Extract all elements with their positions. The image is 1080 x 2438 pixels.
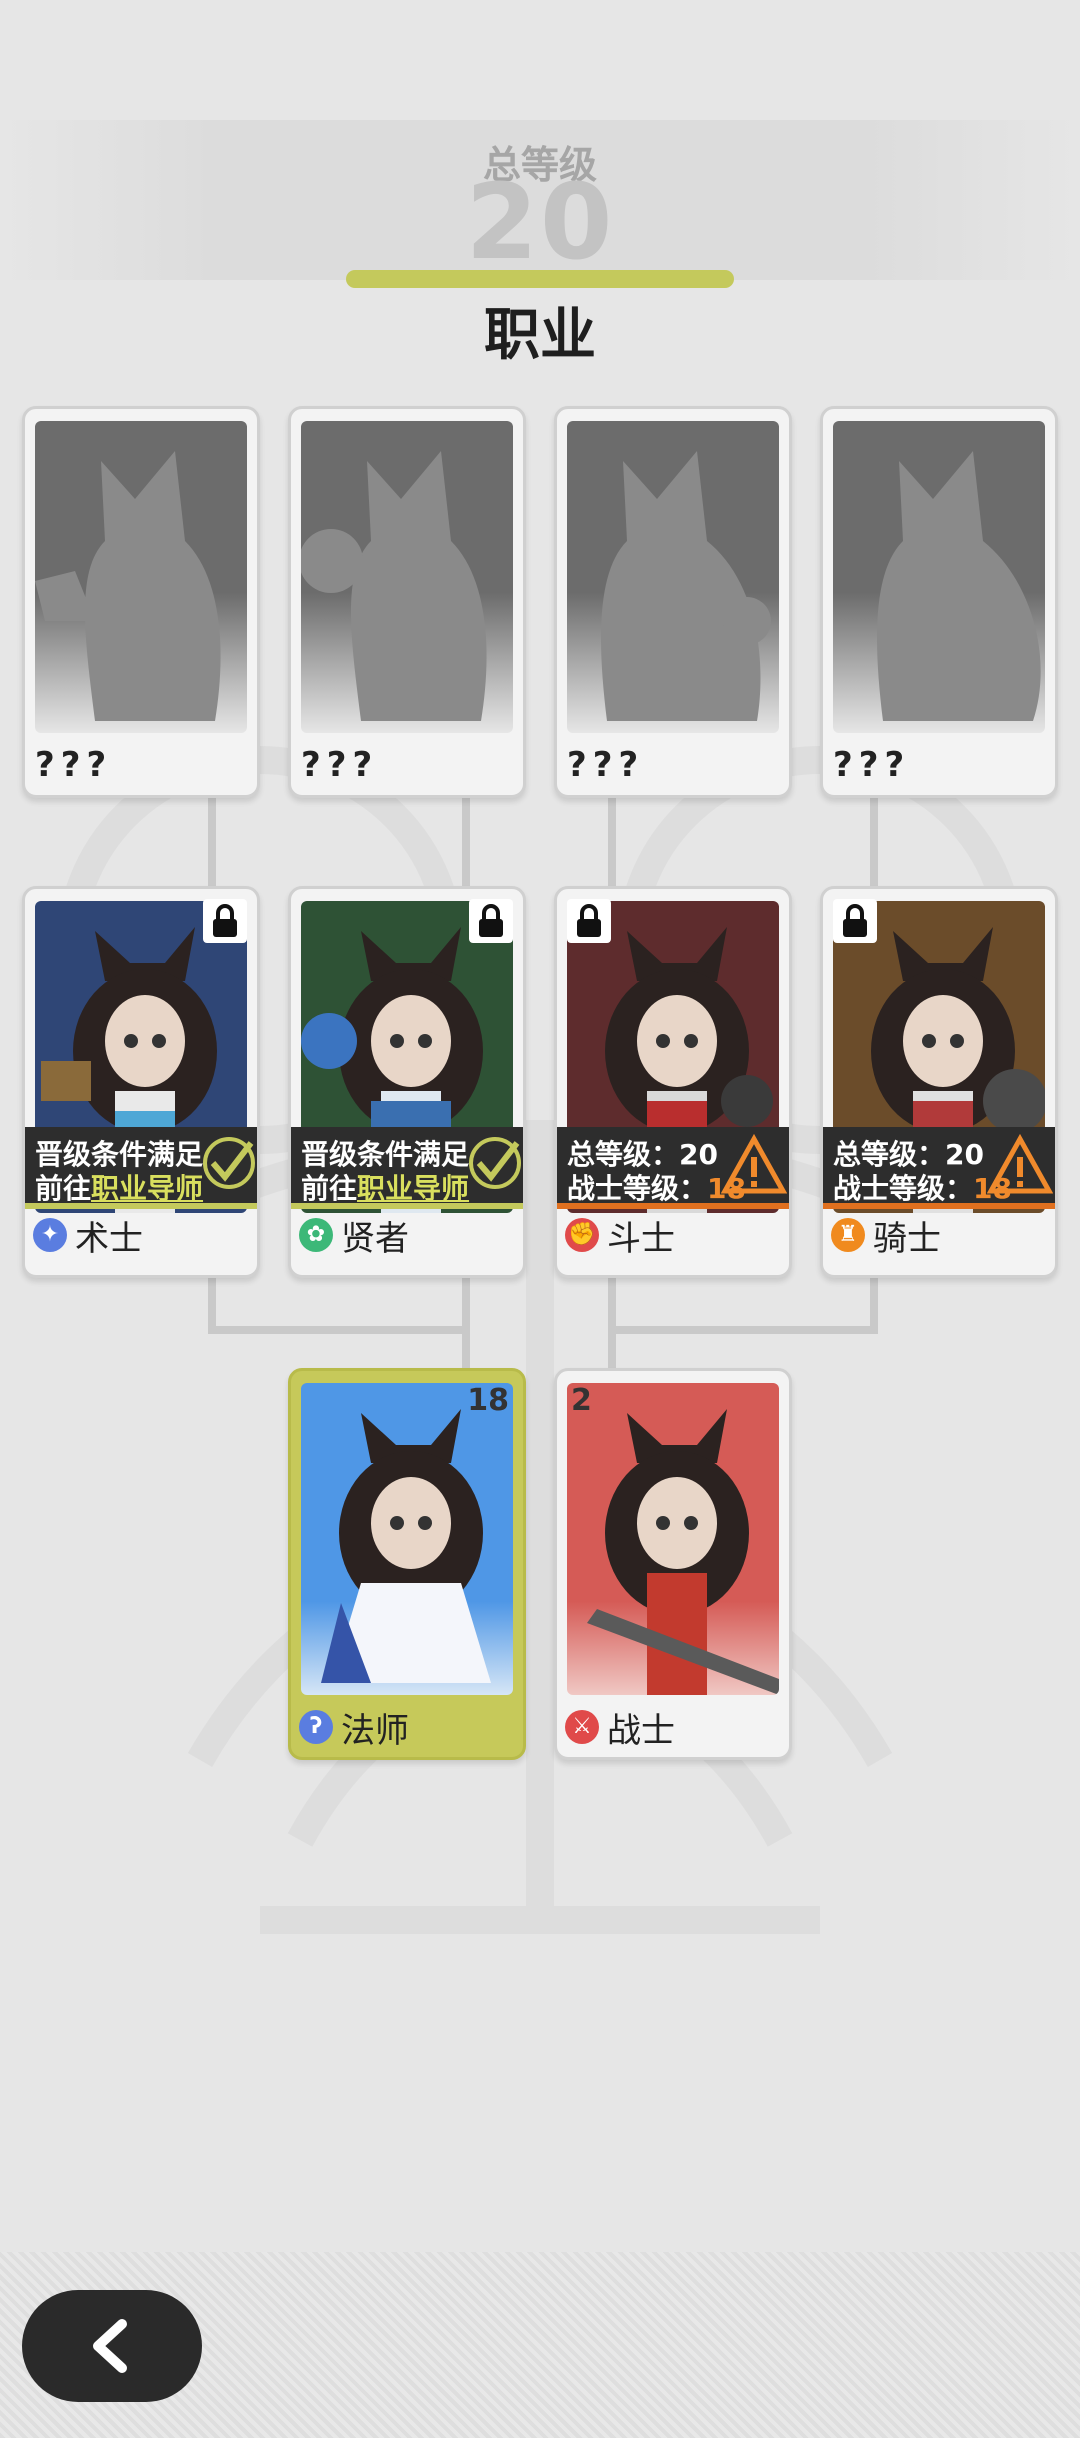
connector	[608, 792, 616, 888]
class-name: 法师	[341, 1710, 409, 1751]
class-card-brawler[interactable]: 总等级：20 战士等级：18 ✊ 斗士	[554, 886, 792, 1278]
chevron-left-icon	[93, 2319, 127, 2373]
promotion-requirements: 总等级：20 战士等级：18	[823, 1127, 1055, 1209]
warlock-class-icon: ✦	[33, 1218, 67, 1252]
requirement-label: 战士等级：	[833, 1172, 974, 1205]
status-prefix: 前往	[35, 1172, 92, 1205]
promotion-requirements: 总等级：20 战士等级：18	[557, 1127, 789, 1209]
class-card-unknown[interactable]: ???	[554, 406, 792, 798]
requirement-label: 战士等级：	[567, 1172, 708, 1205]
silhouette-portrait	[833, 421, 1045, 733]
class-card-unknown[interactable]: ???	[22, 406, 260, 798]
lock-icon	[203, 899, 247, 943]
promotion-status[interactable]: 晋级条件满足 前往职业导师	[291, 1127, 523, 1209]
connector	[870, 1272, 878, 1334]
status-prefix: 前往	[301, 1172, 358, 1205]
page-title: 职业	[484, 303, 596, 368]
sage-class-icon: ✿	[299, 1218, 333, 1252]
connector	[208, 1272, 216, 1334]
class-name: ???	[301, 745, 379, 785]
class-card-unknown[interactable]: ???	[820, 406, 1058, 798]
class-card-warrior[interactable]: 2 ⚔ 战士	[554, 1368, 792, 1760]
mentor-link[interactable]: 职业导师	[357, 1172, 469, 1205]
class-level-badge: 18	[467, 1383, 509, 1418]
silhouette-portrait	[567, 421, 779, 733]
back-button[interactable]	[22, 2290, 202, 2402]
class-name: 战士	[607, 1710, 675, 1751]
brawler-class-icon: ✊	[565, 1218, 599, 1252]
class-card-mage[interactable]: 18 ʔ 法师	[288, 1368, 526, 1760]
warning-icon	[721, 1133, 787, 1194]
class-card-sage[interactable]: 晋级条件满足 前往职业导师 ✿ 贤者	[288, 886, 526, 1278]
warrior-class-icon: ⚔	[565, 1710, 599, 1744]
knight-class-icon: ♜	[831, 1218, 865, 1252]
connector	[208, 792, 216, 888]
level-progress-bar	[346, 270, 734, 288]
lock-icon	[469, 899, 513, 943]
mage-class-icon: ʔ	[299, 1710, 333, 1744]
character-portrait	[567, 1383, 779, 1695]
class-name: 贤者	[341, 1218, 409, 1259]
warning-icon	[987, 1133, 1053, 1194]
connector	[608, 1326, 878, 1334]
connector	[870, 792, 878, 888]
silhouette-portrait	[301, 421, 513, 733]
lock-icon	[833, 899, 877, 943]
check-icon	[469, 1137, 521, 1189]
class-card-unknown[interactable]: ???	[288, 406, 526, 798]
connector	[608, 1272, 616, 1372]
check-icon	[203, 1137, 255, 1189]
silhouette-portrait	[35, 421, 247, 733]
class-name: ???	[833, 745, 911, 785]
promotion-status[interactable]: 晋级条件满足 前往职业导师	[25, 1127, 257, 1209]
character-portrait	[301, 1383, 513, 1695]
connector	[462, 792, 470, 888]
connector	[462, 1272, 470, 1372]
class-level-badge: 2	[571, 1383, 592, 1418]
class-card-knight[interactable]: 总等级：20 战士等级：18 ♜ 骑士	[820, 886, 1058, 1278]
mentor-link[interactable]: 职业导师	[91, 1172, 203, 1205]
class-card-warlock[interactable]: 晋级条件满足 前往职业导师 ✦ 术士	[22, 886, 260, 1278]
class-name: 骑士	[873, 1218, 941, 1259]
class-name: ???	[35, 745, 113, 785]
class-name: 术士	[75, 1218, 143, 1259]
lock-icon	[567, 899, 611, 943]
class-name: 斗士	[607, 1218, 675, 1259]
total-level-value: 20	[465, 161, 615, 283]
class-name: ???	[567, 745, 645, 785]
connector	[208, 1326, 470, 1334]
